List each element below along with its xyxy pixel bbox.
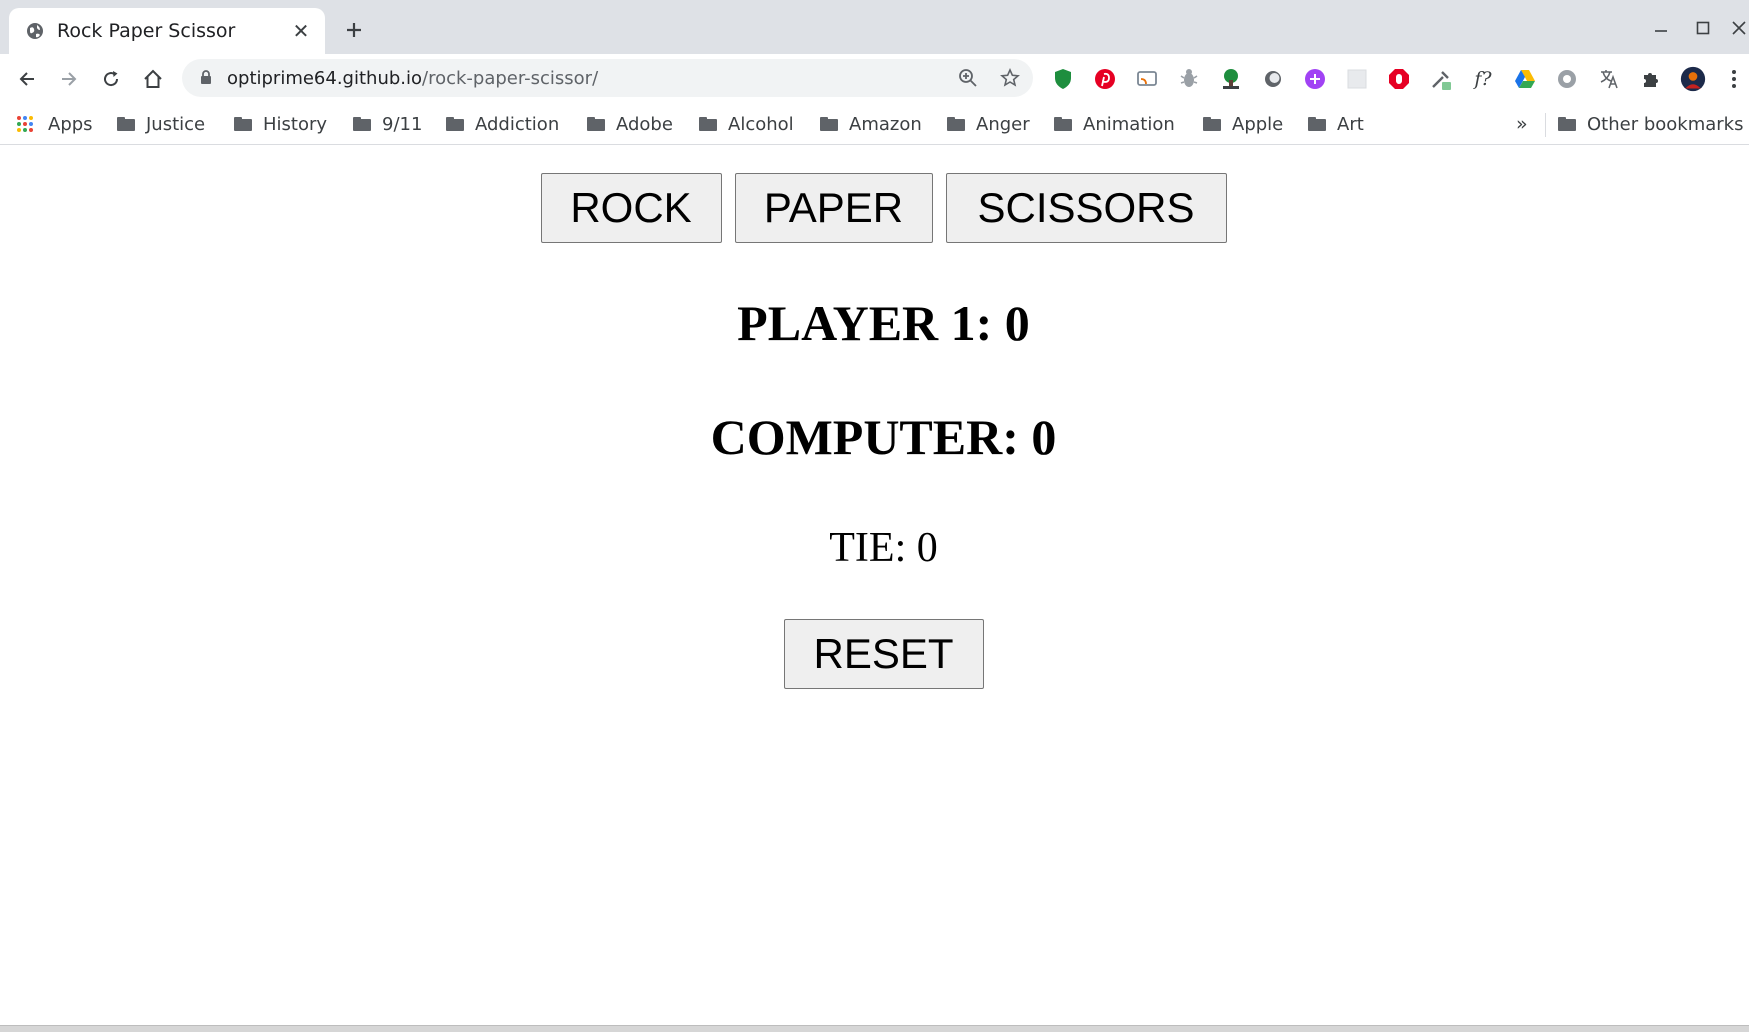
bookmark-label: 9/11 bbox=[382, 113, 423, 135]
apps-grid-icon bbox=[17, 116, 33, 132]
folder-icon bbox=[117, 117, 135, 131]
bookmark-label: Addiction bbox=[475, 113, 560, 135]
computer-score: COMPUTER: 0 bbox=[710, 409, 1057, 465]
folder-icon bbox=[1203, 117, 1221, 131]
translate-extension-icon[interactable] bbox=[1596, 66, 1622, 92]
bookmark-folder-911[interactable]: 9/11 bbox=[353, 111, 422, 137]
folder-icon bbox=[353, 117, 371, 131]
close-window-button[interactable] bbox=[1728, 14, 1749, 42]
maximize-icon bbox=[1696, 21, 1710, 35]
bookmark-label: Apps bbox=[48, 113, 93, 135]
plus-icon bbox=[347, 23, 361, 37]
folder-icon bbox=[1558, 117, 1576, 131]
bookmark-label: Art bbox=[1337, 113, 1364, 135]
reset-button[interactable]: RESET bbox=[783, 619, 984, 689]
tie-score: TIE: 0 bbox=[829, 525, 938, 571]
reload-icon bbox=[104, 71, 119, 87]
shield-extension-icon[interactable] bbox=[1050, 66, 1076, 92]
bookmark-folder-anger[interactable]: Anger bbox=[947, 111, 1030, 137]
folder-icon bbox=[947, 117, 965, 131]
url-path: /rock-paper-scissor/ bbox=[422, 68, 599, 89]
folder-icon bbox=[446, 117, 464, 131]
folder-icon bbox=[820, 117, 838, 131]
purple-extension-icon[interactable] bbox=[1302, 66, 1328, 92]
bookmark-folder-addiction[interactable]: Addiction bbox=[446, 111, 559, 137]
bookmark-label: Adobe bbox=[616, 113, 673, 135]
circle-extension-icon[interactable] bbox=[1260, 66, 1286, 92]
bookmark-folder-adobe[interactable]: Adobe bbox=[587, 111, 673, 137]
browser-toolbar: optiprime64.github.io/rock-paper-scissor… bbox=[0, 54, 1749, 103]
bookmark-star-icon[interactable] bbox=[998, 66, 1022, 90]
bookmark-label: History bbox=[263, 113, 328, 135]
reload-button[interactable] bbox=[95, 63, 127, 95]
bookmark-label: Apple bbox=[1232, 113, 1284, 135]
more-menu-icon[interactable] bbox=[1724, 66, 1744, 92]
page-content: ROCK PAPER SCISSORS PLAYER 1: 0 COMPUTER… bbox=[0, 146, 1749, 1025]
bookmark-label: Justice bbox=[146, 113, 206, 135]
close-tab-icon[interactable]: ✕ bbox=[289, 19, 313, 43]
bookmark-folder-animation[interactable]: Animation bbox=[1054, 111, 1175, 137]
close-window-icon bbox=[1731, 21, 1746, 35]
forward-arrow-icon bbox=[62, 72, 77, 86]
player-score: PLAYER 1: 0 bbox=[737, 295, 1030, 351]
url-host: optiprime64.github.io bbox=[227, 68, 423, 89]
drive-extension-icon[interactable] bbox=[1512, 66, 1538, 92]
tab-strip: Rock Paper Scissor ✕ bbox=[0, 0, 1749, 54]
bookmark-label: Anger bbox=[976, 113, 1030, 135]
forward-button[interactable] bbox=[53, 63, 85, 95]
formula-extension-icon[interactable]: f? bbox=[1470, 66, 1496, 92]
bookmarks-overflow-chevron-icon[interactable]: » bbox=[1516, 111, 1528, 137]
browser-tab[interactable]: Rock Paper Scissor ✕ bbox=[9, 8, 325, 54]
bookmark-label: Animation bbox=[1083, 113, 1175, 135]
url-text: optiprime64.github.io/rock-paper-scissor… bbox=[227, 68, 598, 89]
bookmarks-divider bbox=[1545, 113, 1546, 137]
new-tab-button[interactable] bbox=[340, 16, 368, 44]
profile-avatar[interactable] bbox=[1680, 66, 1706, 92]
bookmark-folder-alcohol[interactable]: Alcohol bbox=[699, 111, 794, 137]
choice-buttons: ROCK PAPER SCISSORS bbox=[0, 173, 1749, 243]
globe-icon bbox=[25, 21, 45, 41]
eyedropper-extension-icon[interactable] bbox=[1428, 66, 1454, 92]
zoom-icon[interactable] bbox=[956, 66, 980, 90]
minimize-icon bbox=[1655, 30, 1667, 32]
tree-extension-icon[interactable] bbox=[1218, 66, 1244, 92]
bookmark-folder-apple[interactable]: Apple bbox=[1203, 111, 1283, 137]
home-icon bbox=[144, 69, 162, 88]
bookmark-label: Amazon bbox=[849, 113, 922, 135]
folder-icon bbox=[587, 117, 605, 131]
bookmark-folder-justice[interactable]: Justice bbox=[117, 111, 205, 137]
maximize-button[interactable] bbox=[1688, 14, 1718, 42]
paper-button[interactable]: PAPER bbox=[734, 173, 933, 243]
pinterest-extension-icon[interactable] bbox=[1092, 66, 1118, 92]
window-bottom-edge bbox=[0, 1025, 1749, 1032]
home-button[interactable] bbox=[137, 63, 169, 95]
bookmark-apps[interactable]: Apps bbox=[16, 111, 93, 137]
bookmark-folder-history[interactable]: History bbox=[234, 111, 327, 137]
folder-icon bbox=[234, 117, 252, 131]
bookmark-folder-art[interactable]: Art bbox=[1308, 111, 1364, 137]
back-button[interactable] bbox=[11, 63, 43, 95]
folder-icon bbox=[699, 117, 717, 131]
settings-extension-icon[interactable] bbox=[1554, 66, 1580, 92]
other-bookmarks-label: Other bookmarks bbox=[1587, 113, 1744, 135]
scissors-button[interactable]: SCISSORS bbox=[945, 173, 1227, 243]
other-bookmarks-folder[interactable]: Other bookmarks bbox=[1558, 111, 1743, 137]
back-arrow-icon bbox=[19, 72, 34, 86]
rock-button[interactable]: ROCK bbox=[540, 173, 722, 243]
minimize-button[interactable] bbox=[1646, 14, 1676, 42]
bug-extension-icon[interactable] bbox=[1176, 66, 1202, 92]
folder-icon bbox=[1054, 117, 1072, 131]
reset-row: RESET bbox=[0, 619, 1749, 689]
lock-icon bbox=[201, 70, 211, 84]
address-bar[interactable]: optiprime64.github.io/rock-paper-scissor… bbox=[182, 59, 1033, 97]
bookmark-folder-amazon[interactable]: Amazon bbox=[820, 111, 922, 137]
adblock-extension-icon[interactable] bbox=[1386, 66, 1412, 92]
cast-extension-icon[interactable] bbox=[1134, 66, 1160, 92]
extensions-puzzle-icon[interactable] bbox=[1638, 66, 1664, 92]
grid-extension-icon[interactable] bbox=[1344, 66, 1370, 92]
bookmarks-bar: Apps Justice History 9/11 Addiction Adob… bbox=[0, 103, 1749, 145]
bookmark-label: Alcohol bbox=[728, 113, 794, 135]
tab-title: Rock Paper Scissor bbox=[57, 20, 236, 42]
folder-icon bbox=[1308, 117, 1326, 131]
